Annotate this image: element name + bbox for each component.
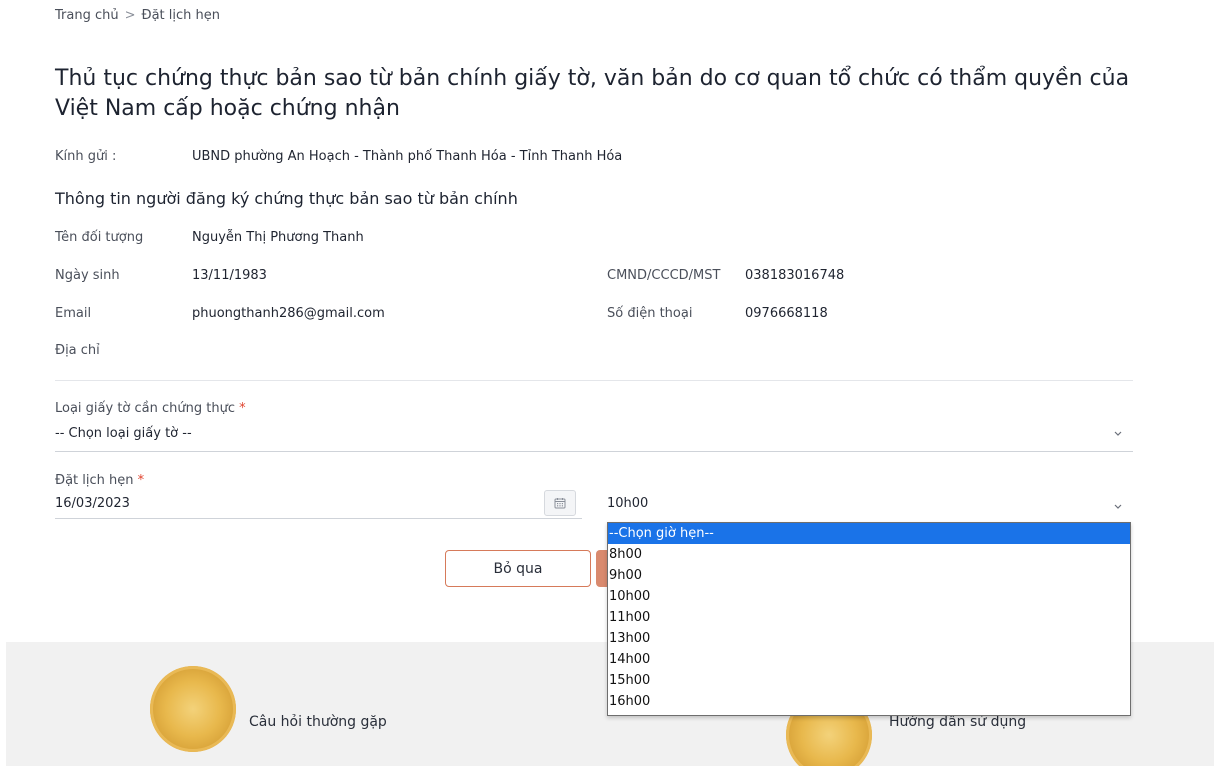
skip-button[interactable]: Bỏ qua	[445, 550, 591, 587]
national-emblem-icon	[150, 666, 236, 752]
date-value: 16/03/2023	[55, 496, 130, 511]
time-option[interactable]: 8h00	[608, 544, 1130, 565]
phone-label: Số điện thoại	[607, 306, 693, 321]
time-option[interactable]: 10h00	[608, 586, 1130, 607]
breadcrumb: Trang chủ > Đặt lịch hẹn	[55, 8, 220, 23]
time-option[interactable]: 13h00	[608, 628, 1130, 649]
breadcrumb-home-link[interactable]: Trang chủ	[55, 8, 119, 23]
time-option[interactable]: 14h00	[608, 649, 1130, 670]
doc-type-underline	[55, 451, 1133, 452]
breadcrumb-separator: >	[124, 8, 136, 23]
time-option[interactable]: --Chọn giờ hẹn--	[608, 523, 1130, 544]
doc-type-value: -- Chọn loại giấy tờ --	[55, 426, 192, 441]
date-underline	[55, 518, 582, 519]
phone-value: 0976668118	[745, 306, 828, 321]
time-option[interactable]: 9h00	[608, 565, 1130, 586]
required-mark: *	[137, 473, 145, 488]
time-value: 10h00	[607, 496, 649, 511]
time-option[interactable]: 11h00	[608, 607, 1130, 628]
doc-type-label: Loại giấy tờ cần chứng thực *	[55, 401, 246, 416]
appointment-label-text: Đặt lịch hẹn	[55, 473, 134, 488]
doc-type-select[interactable]: -- Chọn loại giấy tờ --	[55, 426, 1133, 448]
email-value: phuongthanh286@gmail.com	[192, 306, 385, 321]
appointment-label: Đặt lịch hẹn *	[55, 473, 144, 488]
recipient-label: Kính gửi :	[55, 149, 117, 164]
time-option[interactable]: 16h00	[608, 691, 1130, 712]
required-mark: *	[239, 401, 246, 416]
email-label: Email	[55, 306, 92, 321]
name-value: Nguyễn Thị Phương Thanh	[192, 230, 364, 245]
time-option[interactable]: 15h00	[608, 670, 1130, 691]
date-input[interactable]: 16/03/2023	[55, 496, 535, 518]
faq-link[interactable]: Câu hỏi thường gặp	[249, 714, 387, 730]
page-title: Thủ tục chứng thực bản sao từ bản chính …	[55, 66, 1130, 121]
calendar-button[interactable]	[544, 490, 576, 516]
name-label: Tên đối tượng	[55, 230, 144, 245]
chevron-down-icon	[1113, 427, 1123, 441]
time-options-list[interactable]: --Chọn giờ hẹn-- 8h00 9h00 10h00 11h00 1…	[607, 522, 1131, 716]
guide-link[interactable]: Hướng dẫn sử dụng	[889, 714, 1026, 730]
address-label: Địa chỉ	[55, 343, 100, 358]
doc-type-label-text: Loại giấy tờ cần chứng thực	[55, 401, 235, 416]
dob-label: Ngày sinh	[55, 268, 120, 283]
id-label: CMND/CCCD/MST	[607, 268, 721, 283]
calendar-icon	[554, 494, 566, 513]
recipient-value: UBND phường An Hoạch - Thành phố Thanh H…	[192, 149, 623, 164]
applicant-section-title: Thông tin người đăng ký chứng thực bản s…	[55, 189, 518, 208]
id-value: 038183016748	[745, 268, 845, 283]
divider	[55, 380, 1133, 381]
time-select[interactable]: 10h00	[607, 496, 1133, 518]
breadcrumb-current: Đặt lịch hẹn	[141, 8, 221, 23]
chevron-down-icon	[1113, 500, 1123, 514]
dob-value: 13/11/1983	[192, 268, 267, 283]
